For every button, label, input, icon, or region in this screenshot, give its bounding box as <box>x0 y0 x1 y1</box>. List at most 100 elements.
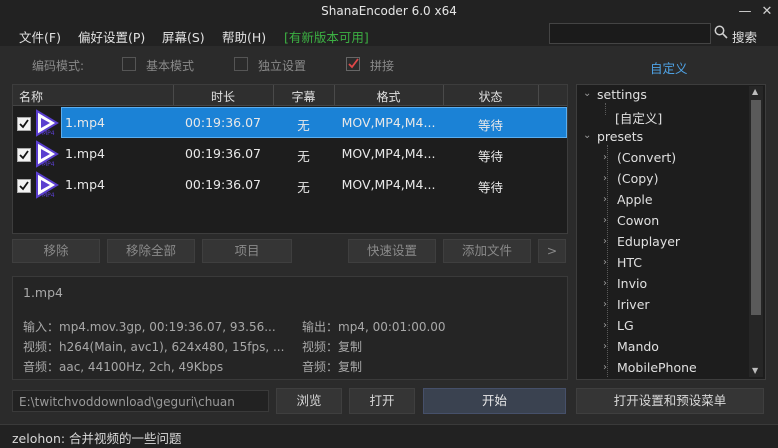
collapsed-arrow-icon[interactable]: › <box>603 173 607 184</box>
cell-format: MOV,MP4,M4... <box>341 146 436 161</box>
update-available-link[interactable]: [有新版本可用] <box>284 27 369 46</box>
cell-status: 等待 <box>477 180 503 195</box>
cell-name: 1.mp4 <box>65 115 105 130</box>
col-status[interactable]: 状态 <box>443 88 538 105</box>
search-icon[interactable] <box>714 25 728 39</box>
open-button[interactable]: 打开 <box>349 388 415 414</box>
minimize-icon[interactable]: — <box>735 2 755 22</box>
row-checkbox[interactable] <box>17 148 31 162</box>
search-button[interactable]: 搜索 <box>732 27 757 46</box>
search-input[interactable] <box>549 23 711 44</box>
col-duration[interactable]: 时长 <box>173 88 273 105</box>
col-name[interactable]: 名称 <box>19 88 43 105</box>
more-button[interactable]: > <box>538 239 566 263</box>
row-checkbox[interactable] <box>17 117 31 131</box>
collapsed-arrow-icon[interactable]: › <box>603 215 607 226</box>
info-audio-input: 音频：aac, 44100Hz, 2ch, 49Kbps <box>23 360 224 374</box>
collapsed-arrow-icon[interactable]: › <box>603 257 607 268</box>
collapsed-arrow-icon[interactable]: › <box>603 152 607 163</box>
svg-text:MP4: MP4 <box>42 130 55 137</box>
tree-preset-item[interactable]: Apple <box>617 192 653 207</box>
output-path-field[interactable]: E:\twitchvoddownload\geguri\chuan <box>12 390 269 412</box>
status-message[interactable]: zelohon: 合并视频的一些问题 <box>12 428 182 447</box>
browse-button[interactable]: 浏览 <box>276 388 342 414</box>
info-video-input: 视频：h264(Main, avc1), 624x480, 15fps, ... <box>23 340 285 354</box>
tree-presets[interactable]: presets <box>597 129 643 144</box>
col-format[interactable]: 格式 <box>334 88 443 105</box>
col-subtitle[interactable]: 字幕 <box>273 88 334 105</box>
independent-settings-label: 独立设置 <box>258 59 307 73</box>
svg-text:MP4: MP4 <box>42 192 55 199</box>
file-info-panel: 1.mp4 输入：mp4.mov.3gp, 00:19:36.07, 93.56… <box>12 276 568 380</box>
collapsed-arrow-icon[interactable]: › <box>603 299 607 310</box>
mp4-file-icon: MP4 <box>36 171 59 199</box>
table-row[interactable]: MP4 1.mp4 00:19:36.07 无 MOV,MP4,M4... 等待 <box>13 138 567 169</box>
custom-link[interactable]: 自定义 <box>650 58 688 77</box>
basic-mode-checkbox[interactable] <box>122 57 136 71</box>
scroll-up-icon[interactable]: ▲ <box>752 87 758 96</box>
scroll-down-icon[interactable]: ▼ <box>752 366 758 375</box>
table-row[interactable]: MP4 1.mp4 00:19:36.07 无 MOV,MP4,M4... 等待 <box>13 107 567 138</box>
cell-subtitle: 无 <box>297 180 310 195</box>
menu-file[interactable]: 文件(F) <box>19 27 61 46</box>
tree-preset-item[interactable]: (Copy) <box>617 171 658 186</box>
tree-preset-item[interactable]: (Convert) <box>617 150 676 165</box>
expand-arrow-icon[interactable]: ⌄ <box>583 130 591 141</box>
tree-preset-item[interactable]: LG <box>617 318 634 333</box>
collapsed-arrow-icon[interactable]: › <box>603 194 607 205</box>
remove-button[interactable]: 移除 <box>12 239 100 263</box>
close-icon[interactable]: ✕ <box>757 2 777 22</box>
menu-preferences[interactable]: 偏好设置(P) <box>78 27 145 46</box>
preset-tree: ⌄ settings [自定义] ⌄ presets › (Convert) ›… <box>576 84 766 380</box>
cell-subtitle: 无 <box>297 118 310 133</box>
info-video-output: 视频：复制 <box>302 340 363 354</box>
info-output: 输出：mp4, 00:01:00.00 <box>302 320 446 334</box>
cell-status: 等待 <box>477 118 503 133</box>
cell-subtitle: 无 <box>297 149 310 164</box>
quick-settings-button[interactable]: 快速设置 <box>348 239 436 263</box>
independent-settings-checkbox[interactable] <box>234 57 248 71</box>
scrollbar-thumb[interactable] <box>751 100 761 315</box>
tree-preset-item[interactable]: Mando <box>617 339 659 354</box>
remove-all-button[interactable]: 移除全部 <box>107 239 195 263</box>
window-title: ShanaEncoder 6.0 x64 <box>321 4 457 18</box>
cell-duration: 00:19:36.07 <box>184 146 262 161</box>
tree-preset-item[interactable]: Iriver <box>617 297 650 312</box>
tree-custom[interactable]: [自定义] <box>615 108 662 127</box>
start-button[interactable]: 开始 <box>423 388 566 414</box>
collapsed-arrow-icon[interactable]: › <box>603 320 607 331</box>
open-settings-presets-button[interactable]: 打开设置和预设菜单 <box>576 388 764 414</box>
tree-settings[interactable]: settings <box>597 87 647 102</box>
concat-checkbox[interactable] <box>346 57 360 71</box>
expand-arrow-icon[interactable]: ⌄ <box>583 88 591 99</box>
collapsed-arrow-icon[interactable]: › <box>603 278 607 289</box>
concat-label: 拼接 <box>370 59 395 73</box>
collapsed-arrow-icon[interactable]: › <box>603 362 607 373</box>
tree-preset-item[interactable]: HTC <box>617 255 642 270</box>
title-bar: ShanaEncoder 6.0 x64 <box>0 0 778 24</box>
menu-screen[interactable]: 屏幕(S) <box>162 27 205 46</box>
mp4-file-icon: MP4 <box>36 140 59 168</box>
info-input: 输入：mp4.mov.3gp, 00:19:36.07, 93.56... <box>23 320 276 334</box>
tree-preset-item[interactable]: Invio <box>617 276 647 291</box>
collapsed-arrow-icon[interactable]: › <box>603 236 607 247</box>
add-file-button[interactable]: 添加文件 <box>443 239 531 263</box>
row-checkbox[interactable] <box>17 179 31 193</box>
item-button[interactable]: 项目 <box>202 239 292 263</box>
encode-mode-label: 编码模式: <box>32 59 85 73</box>
cell-duration: 00:19:36.07 <box>184 177 262 192</box>
basic-mode-label: 基本模式 <box>146 59 195 73</box>
cell-name: 1.mp4 <box>65 146 105 161</box>
tree-preset-item[interactable]: Cowon <box>617 213 659 228</box>
mp4-file-icon: MP4 <box>36 109 59 137</box>
tree-preset-item[interactable]: Eduplayer <box>617 234 680 249</box>
collapsed-arrow-icon[interactable]: › <box>603 341 607 352</box>
cell-status: 等待 <box>477 149 503 164</box>
table-row[interactable]: MP4 1.mp4 00:19:36.07 无 MOV,MP4,M4... 等待 <box>13 169 567 200</box>
table-header: 名称 时长 字幕 格式 状态 <box>13 85 567 106</box>
info-file-name: 1.mp4 <box>23 285 63 300</box>
menu-help[interactable]: 帮助(H) <box>222 27 266 46</box>
svg-text:MP4: MP4 <box>42 161 55 168</box>
cell-duration: 00:19:36.07 <box>184 115 262 130</box>
tree-preset-item[interactable]: MobilePhone <box>617 360 697 375</box>
